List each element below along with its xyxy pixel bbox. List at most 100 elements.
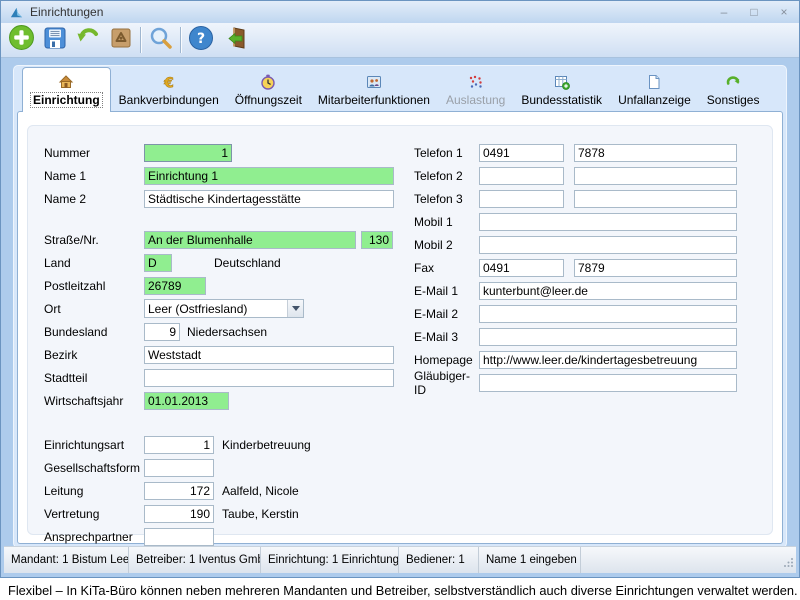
input-bezirk[interactable] — [144, 346, 394, 364]
form-row-name2: Name 2 — [44, 187, 394, 210]
input-gesellschaftsform[interactable] — [144, 459, 214, 477]
input-telefon3-2[interactable] — [574, 190, 737, 208]
field-label-bezirk: Bezirk — [44, 348, 144, 362]
form-row-telefon3: Telefon 3 — [414, 187, 737, 210]
close-button[interactable]: × — [777, 6, 791, 18]
tab-oeffnungszeit[interactable]: Öffnungszeit — [227, 72, 310, 112]
delete-button[interactable] — [104, 25, 137, 55]
input-stadtteil[interactable] — [144, 369, 394, 387]
input-land[interactable] — [144, 254, 172, 272]
input-telefon1-2[interactable] — [574, 144, 737, 162]
status-einrichtung: Einrichtung: 1 Einrichtung 1 — [261, 547, 399, 573]
save-icon — [42, 25, 68, 56]
tab-unfallanzeige[interactable]: Unfallanzeige — [610, 72, 699, 112]
field-label-vertretung: Vertretung — [44, 507, 144, 521]
field-label-postleitzahl: Postleitzahl — [44, 279, 144, 293]
scatter-icon — [468, 74, 484, 90]
tab-bankverbindungen[interactable]: € Bankverbindungen — [111, 72, 227, 112]
status-hint: Name 1 eingeben — [479, 547, 581, 573]
input-telefon2-1[interactable] — [479, 167, 564, 185]
input-email1[interactable] — [479, 282, 737, 300]
form-row-nummer: Nummer — [44, 141, 394, 164]
tab-sonstiges[interactable]: Sonstiges — [699, 72, 768, 112]
field-label-mobil2: Mobil 2 — [414, 238, 479, 252]
exit-door-icon — [221, 25, 247, 56]
window-controls: – □ × — [717, 6, 791, 18]
tab-mitarbeiterfunktionen[interactable]: Mitarbeiterfunktionen — [310, 72, 438, 112]
form-row-email3: E-Mail 3 — [414, 325, 737, 348]
input-postleitzahl[interactable] — [144, 277, 206, 295]
help-button[interactable]: ? — [184, 25, 217, 55]
undo-button[interactable] — [71, 25, 104, 55]
svg-text:?: ? — [196, 31, 204, 47]
input-telefon2-2[interactable] — [574, 167, 737, 185]
form-row-glaeubiger_id: Gläubiger-ID — [414, 371, 737, 394]
input-strasse-2[interactable] — [361, 231, 393, 249]
input-vertretung[interactable] — [144, 505, 214, 523]
stats-icon — [554, 74, 570, 90]
refresh-icon — [725, 74, 741, 90]
field-label-gesellschaftsform: Gesellschaftsform — [44, 461, 144, 475]
caption-text: Flexibel – In KiTa-Büro können neben meh… — [8, 583, 798, 598]
tab-bundesstatistik[interactable]: Bundesstatistik — [513, 72, 610, 112]
form-row-email1: E-Mail 1 — [414, 279, 737, 302]
field-label-ort: Ort — [44, 302, 144, 316]
input-ansprechpartner[interactable] — [144, 528, 214, 546]
static-text-bundesland: Niedersachsen — [187, 325, 267, 339]
people-icon — [366, 74, 382, 90]
input-name2[interactable] — [144, 190, 394, 208]
input-name1[interactable] — [144, 167, 394, 185]
field-label-homepage: Homepage — [414, 353, 479, 367]
field-label-stadtteil: Stadtteil — [44, 371, 144, 385]
field-label-email2: E-Mail 2 — [414, 307, 479, 321]
form-row-telefon1: Telefon 1 — [414, 141, 737, 164]
input-bundesland[interactable] — [144, 323, 180, 341]
form-row-bundesland: Bundesland Niedersachsen — [44, 320, 394, 343]
combo-value-ort: Leer (Ostfriesland) — [148, 302, 247, 316]
input-fax-2[interactable] — [574, 259, 737, 277]
main-panel: Einrichtung € Bankverbindungen Öffnungsz… — [13, 65, 787, 548]
form-row-leitung: Leitung Aalfeld, Nicole — [44, 479, 394, 502]
field-label-telefon1: Telefon 1 — [414, 146, 479, 160]
input-email3[interactable] — [479, 328, 737, 346]
input-wirtschaftsjahr[interactable] — [144, 392, 229, 410]
input-email2[interactable] — [479, 305, 737, 323]
search-button[interactable] — [144, 25, 177, 55]
maximize-button[interactable]: □ — [747, 6, 761, 18]
input-einrichtungsart[interactable] — [144, 436, 214, 454]
recycle-box-icon — [108, 25, 134, 56]
new-button[interactable] — [5, 25, 38, 55]
field-label-email1: E-Mail 1 — [414, 284, 479, 298]
input-telefon3-1[interactable] — [479, 190, 564, 208]
input-fax-1[interactable] — [479, 259, 564, 277]
toolbar-separator — [180, 27, 181, 53]
tab-einrichtung[interactable]: Einrichtung — [22, 67, 111, 112]
resize-grip-icon[interactable] — [784, 557, 794, 570]
input-leitung[interactable] — [144, 482, 214, 500]
save-button[interactable] — [38, 25, 71, 55]
input-nummer[interactable] — [144, 144, 232, 162]
input-glaeubiger_id[interactable] — [479, 374, 737, 392]
form-column-right: Telefon 1Telefon 2Telefon 3Mobil 1Mobil … — [414, 141, 737, 394]
status-betreiber: Betreiber: 1 Iventus GmbH — [129, 547, 261, 573]
combo-ort[interactable]: Leer (Ostfriesland) — [144, 299, 304, 318]
input-mobil2[interactable] — [479, 236, 737, 254]
input-strasse-1[interactable] — [144, 231, 356, 249]
form-column-left: NummerName 1Name 2Straße/Nr.LandDeutschl… — [44, 141, 394, 548]
form-row-vertretung: Vertretung Taube, Kerstin — [44, 502, 394, 525]
exit-button[interactable] — [217, 25, 250, 55]
field-label-leitung: Leitung — [44, 484, 144, 498]
input-mobil1[interactable] — [479, 213, 737, 231]
static-text-vertretung: Taube, Kerstin — [222, 507, 299, 521]
form-row-land: LandDeutschland — [44, 251, 394, 274]
chevron-down-icon[interactable] — [287, 300, 303, 317]
static-text-leitung: Aalfeld, Nicole — [222, 484, 299, 498]
minimize-button[interactable]: – — [717, 6, 731, 18]
input-homepage[interactable] — [479, 351, 737, 369]
tab-content-einrichtung: NummerName 1Name 2Straße/Nr.LandDeutschl… — [17, 111, 783, 544]
input-telefon1-1[interactable] — [479, 144, 564, 162]
field-label-name2: Name 2 — [44, 192, 144, 206]
form-row-gesellschaftsform: Gesellschaftsform — [44, 456, 394, 479]
toolbar-separator — [140, 27, 141, 53]
field-label-bundesland: Bundesland — [44, 325, 144, 339]
